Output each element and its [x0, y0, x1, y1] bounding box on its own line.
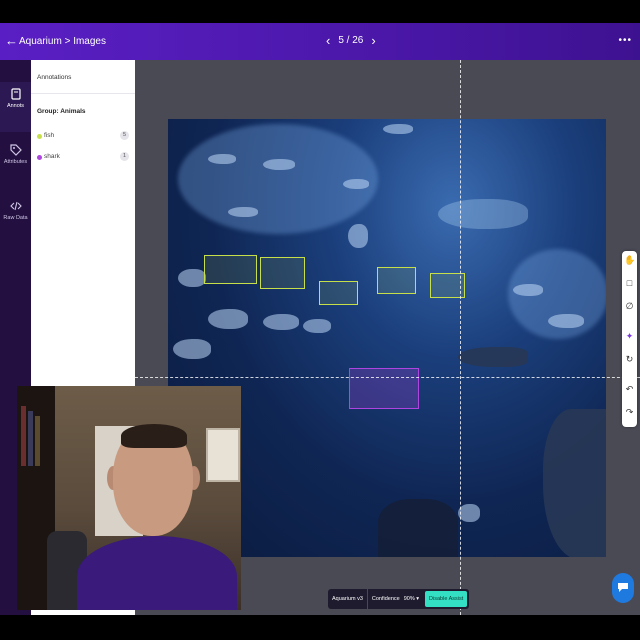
shark-bounding-box[interactable]: [349, 368, 419, 409]
shark-shape: [543, 409, 606, 557]
fish-shape: [348, 224, 368, 248]
book: [21, 406, 26, 466]
rail-item-label: Annots: [6, 103, 25, 109]
chevron-left-icon[interactable]: ‹: [326, 34, 330, 48]
repeat-icon[interactable]: ↻: [624, 354, 635, 365]
person-shirt: [77, 536, 237, 610]
fish-bounding-box[interactable]: [204, 255, 257, 284]
code-icon: [9, 201, 22, 211]
image-pager: ‹ 5 / 26 ›: [326, 34, 376, 48]
rail-item-label: Raw Data: [3, 215, 28, 221]
rail-item-raw-data[interactable]: Raw Data: [0, 194, 31, 244]
top-bar: ← Aquarium > Images ‹ 5 / 26 › •••: [0, 23, 640, 60]
class-color-dot: [37, 134, 42, 139]
class-row-shark[interactable]: shark 1: [37, 152, 129, 164]
box-tool-icon[interactable]: □: [624, 278, 635, 289]
rail-item-label: Attributes: [3, 159, 28, 165]
polygon-tool-icon[interactable]: ∅: [624, 301, 635, 312]
disable-assist-button[interactable]: Disable Assist: [425, 591, 468, 607]
class-row-fish[interactable]: fish 5: [37, 131, 129, 143]
confidence-label: Confidence: [371, 596, 400, 602]
app-screen: ← Aquarium > Images ‹ 5 / 26 › ••• Annot…: [0, 0, 640, 640]
confidence-select[interactable]: 90% ▾: [404, 589, 423, 609]
class-count-badge: 1: [120, 152, 129, 161]
redo-icon[interactable]: ↷: [624, 407, 635, 418]
class-color-dot: [37, 155, 42, 160]
hand-icon[interactable]: ✋: [624, 255, 635, 266]
assist-bar: Aquarium v3 Confidence 90% ▾ Disable Ass…: [328, 589, 470, 609]
fish-bounding-box[interactable]: [377, 267, 416, 294]
book: [35, 416, 40, 466]
fish-bounding-box[interactable]: [319, 281, 358, 305]
fish-shape: [263, 159, 295, 170]
tool-palette: ✋ □ ∅ ✦ ↻ ↶ ↷: [622, 251, 637, 427]
fish-shape: [228, 207, 258, 217]
arrow-left-icon[interactable]: ←: [5, 34, 18, 48]
fish-shape: [438, 199, 528, 229]
webcam-overlay: [17, 386, 241, 610]
crosshair-horizontal: [135, 377, 640, 378]
crosshair-vertical: [460, 60, 461, 615]
panel-header: Annotations: [37, 74, 72, 81]
chat-icon: [618, 583, 628, 592]
fish-shape: [343, 179, 369, 189]
pager-label: 5 / 26: [338, 35, 364, 46]
fish-shape: [548, 314, 584, 328]
fish-shape: [303, 319, 331, 333]
tag-icon: [9, 144, 22, 156]
fish-shape: [513, 284, 543, 296]
class-name: shark: [44, 153, 60, 160]
group-title: Group: Animals: [37, 108, 86, 115]
coral-rock: [378, 499, 458, 557]
page-title: Aquarium > Images: [19, 36, 106, 47]
annotations-icon: [10, 88, 21, 100]
fish-shape: [208, 309, 248, 329]
rail-item-attributes[interactable]: Attributes: [0, 138, 31, 188]
fish-shape: [208, 154, 236, 164]
smart-select-icon[interactable]: ✦: [624, 331, 635, 342]
divider: [31, 93, 135, 94]
book: [28, 411, 33, 466]
rail-item-annots[interactable]: Annots: [0, 82, 31, 132]
confidence-value: 90%: [403, 596, 415, 602]
class-count-badge: 5: [120, 131, 129, 140]
chevron-right-icon[interactable]: ›: [371, 34, 375, 48]
fish-bounding-box[interactable]: [260, 257, 305, 289]
chat-button[interactable]: [612, 573, 634, 603]
model-selector[interactable]: Aquarium v3: [328, 589, 367, 609]
undo-icon[interactable]: ↶: [624, 384, 635, 395]
fish-shape: [263, 314, 299, 330]
chevron-down-icon: ▾: [416, 596, 420, 602]
picture-frame: [206, 428, 240, 482]
person-hair: [121, 424, 187, 448]
fish-shape: [178, 269, 206, 287]
class-name: fish: [44, 132, 55, 139]
more-menu-icon[interactable]: •••: [618, 35, 632, 46]
shark-shape: [458, 347, 528, 367]
fish-shape: [458, 504, 480, 522]
fish-shape: [383, 124, 413, 134]
fish-shape: [173, 339, 211, 359]
